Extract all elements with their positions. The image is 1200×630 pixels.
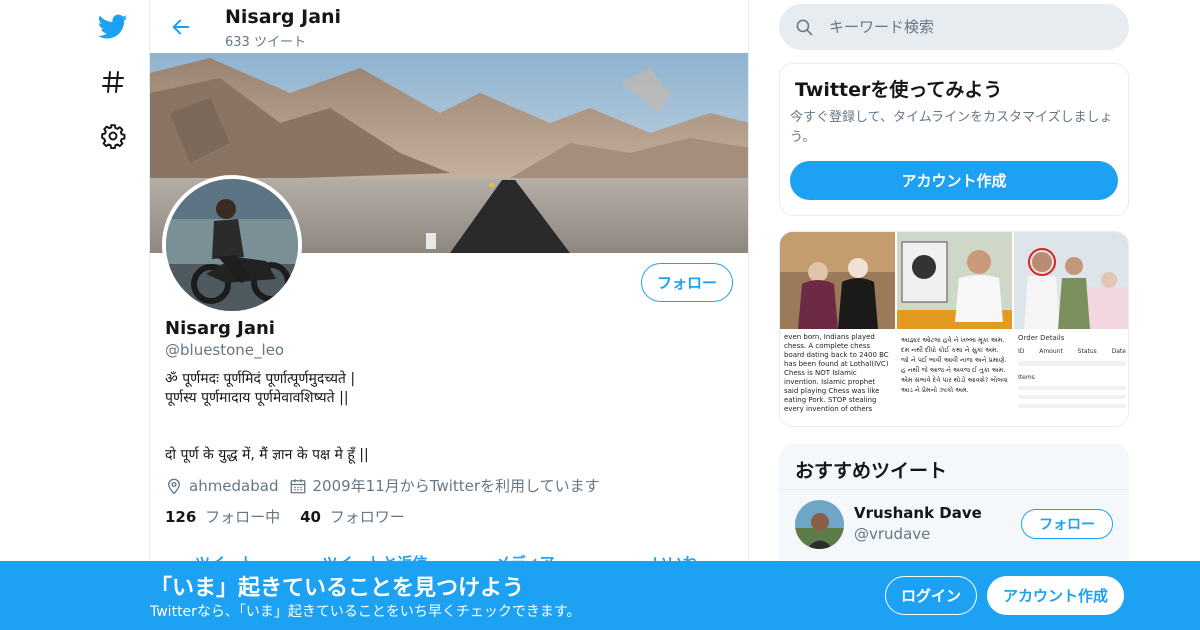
profile-handle: @bluestone_leo — [165, 341, 285, 359]
signup-card: Twitterを使ってみよう 今すぐ登録して、タイムラインをカスタマイズしましょ… — [779, 63, 1129, 216]
recommended-user-name[interactable]: Vrushank Dave — [854, 504, 982, 522]
recommended-user-handle: @vrudave — [854, 525, 931, 543]
header-profile-name: Nisarg Jani — [225, 6, 342, 28]
media-thumbnail-screenshot[interactable]: Order Details ID Amount Status Date Item… — [1014, 331, 1128, 426]
create-account-button[interactable]: アカウント作成 — [790, 161, 1118, 200]
twitter-home-button[interactable] — [88, 2, 138, 52]
bio-line: ॐ पूर्णमदः पूर्णमिदं पूर्णात्पूर्णमुदच्य… — [165, 371, 356, 387]
location-pin-icon — [168, 478, 180, 494]
table-header-cell: Amount — [1039, 348, 1063, 355]
signup-button[interactable]: アカウント作成 — [987, 576, 1124, 615]
explore-button[interactable] — [88, 57, 138, 107]
thumbnail-text: આજ્ઞાર ઓટલા હવે ને ખબ્બા મૂકા અમ. દમ નથી… — [901, 336, 1008, 394]
table-header-cell: Status — [1077, 348, 1097, 355]
profile-header-bar: Nisarg Jani 633 ツイート — [150, 0, 748, 53]
profile-name: Nisarg Jani — [165, 318, 275, 339]
profile-column: Nisarg Jani 633 ツイート フォロー Nisarg Jani @b… — [149, 0, 749, 630]
signup-prompt-bar: 「いま」起きていることを見つけよう Twitterなら、「いま」起きていることを… — [0, 561, 1200, 630]
recommended-title: おすすめツイート — [795, 460, 948, 482]
media-thumbnail-text-post[interactable]: આજ્ઞાર ઓટલા હવે ને ખબ્બા મૂકા અમ. દમ નથી… — [897, 331, 1012, 426]
twitter-profile-page: Nisarg Jani 633 ツイート フォロー Nisarg Jani @b… — [0, 0, 1200, 630]
thumbnail-table-header: ID Amount Status Date — [1018, 348, 1126, 355]
bio-line — [165, 408, 725, 446]
following-count: 126 — [165, 508, 197, 526]
media-thumbnail[interactable] — [897, 232, 1012, 329]
media-thumbnail[interactable] — [780, 232, 895, 329]
table-header-cell: ID — [1018, 348, 1025, 355]
followers-link[interactable]: 40 フォロワー — [300, 506, 405, 527]
thumbnail-text: even born, Indians played chess. A compl… — [784, 333, 889, 413]
location-text: ahmedabad — [189, 476, 279, 495]
calendar-icon — [290, 478, 305, 493]
following-label: フォロー中 — [205, 508, 281, 526]
search-box — [779, 4, 1129, 50]
profile-bio: ॐ पूर्णमदः पूर्णमिदं पूर्णात्पूर्णमुदच्य… — [165, 370, 725, 465]
settings-button[interactable] — [88, 111, 138, 161]
motorcycle-rider-avatar-image — [166, 179, 298, 311]
prompt-title: 「いま」起きていることを見つけよう — [150, 576, 525, 601]
photo-portrait-flowers-image — [897, 232, 1012, 329]
profile-stats: 126 フォロー中 40 フォロワー — [165, 506, 425, 527]
signup-card-text: 今すぐ登録して、タイムラインをカスタマイズしましょう。 — [790, 110, 1113, 145]
recommended-follow-button[interactable]: フォロー — [1021, 509, 1113, 539]
search-icon — [796, 19, 813, 36]
signup-card-title: Twitterを使ってみよう — [795, 79, 1003, 101]
header-tweet-count: 633 ツイート — [225, 35, 306, 50]
hashtag-icon — [102, 71, 124, 93]
media-thumbnail[interactable] — [1014, 232, 1128, 329]
profile-joined-date: 2009年11月からTwitterを利用しています — [289, 475, 600, 496]
bio-line: पूर्णस्य पूर्णमादाय पूर्णमेवावशिष्यते || — [165, 390, 349, 406]
left-nav — [80, 0, 150, 630]
thumbnail-title: Order Details — [1018, 334, 1065, 342]
following-link[interactable]: 126 フォロー中 — [165, 506, 280, 527]
gear-icon — [101, 124, 126, 149]
followers-label: フォロワー — [329, 508, 405, 526]
profile-meta: ahmedabad 2009年11月からTwitterを利用しています — [165, 475, 610, 496]
login-button[interactable]: ログイン — [885, 576, 977, 615]
profile-avatar[interactable] — [162, 175, 302, 315]
bio-line: दो पूर्ण के युद्ध में, मैं ज्ञान के पक्ष… — [165, 447, 369, 463]
photo-women-sitting-image — [780, 232, 895, 329]
recommended-user-avatar[interactable] — [795, 500, 844, 549]
search-input[interactable] — [829, 4, 1119, 50]
arrow-left-icon — [172, 19, 190, 35]
photo-hospital-visit-image — [1014, 232, 1128, 329]
user-avatar-image — [795, 500, 844, 549]
thumbnail-table-row — [1018, 395, 1126, 399]
media-thumbnail-text-post[interactable]: even born, Indians played chess. A compl… — [780, 331, 895, 426]
thumbnail-table-row — [1018, 386, 1126, 390]
divider — [779, 489, 1129, 490]
thumbnail-section-label: Items — [1018, 374, 1035, 381]
profile-location: ahmedabad — [165, 477, 279, 495]
prompt-subtitle: Twitterなら、「いま」起きていることをいち早くチェックできます。 — [150, 604, 581, 620]
joined-text: 2009年11月からTwitterを利用しています — [312, 477, 600, 495]
back-button[interactable] — [164, 10, 198, 44]
thumbnail-table-row — [1018, 404, 1126, 408]
twitter-bird-icon — [98, 14, 128, 39]
follow-button[interactable]: フォロー — [641, 263, 733, 302]
media-grid: even born, Indians played chess. A compl… — [779, 231, 1129, 427]
table-header-cell: Date — [1111, 348, 1126, 355]
thumbnail-table-row — [1018, 361, 1126, 366]
followers-count: 40 — [300, 508, 321, 526]
